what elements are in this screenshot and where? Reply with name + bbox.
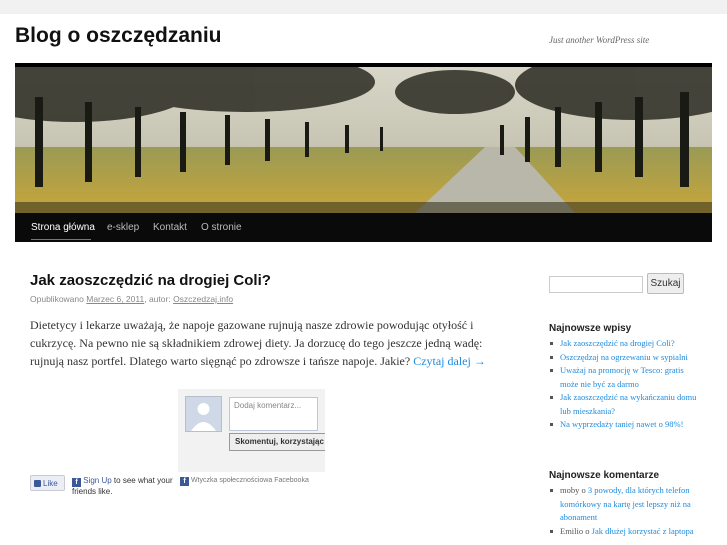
comment-separator: o xyxy=(579,485,588,495)
like-label: Like xyxy=(43,479,58,488)
read-more-link[interactable]: Czytaj dalej → xyxy=(413,354,486,368)
nav-item-about[interactable]: O stronie xyxy=(201,213,242,242)
signup-link[interactable]: Sign Up xyxy=(83,476,111,485)
comment-post-link[interactable]: Jak dłużej korzystać z laptopa xyxy=(592,526,694,536)
comment-separator: o xyxy=(583,525,592,536)
plugin-label[interactable]: Wtyczka społecznościowa Facebooka xyxy=(191,477,309,484)
recent-posts-title: Najnowsze wpisy xyxy=(549,323,632,334)
avatar xyxy=(185,396,222,432)
post-date-link[interactable]: Marzec 6, 2011 xyxy=(86,294,144,304)
recent-post-link[interactable]: Jak zaoszczędzić na wykańczaniu domu lub… xyxy=(560,392,696,416)
nav-item-shop[interactable]: e-sklep xyxy=(107,213,139,242)
recent-post-link[interactable]: Uważaj na promocję w Tesco: gratis może … xyxy=(560,365,684,389)
site-title[interactable]: Blog o oszczędzaniu xyxy=(15,24,222,48)
comment-author: Emilio xyxy=(560,525,584,536)
recent-comments-title: Najnowsze komentarze xyxy=(549,470,660,481)
list-item: Uważaj na promocję w Tesco: gratis może … xyxy=(549,364,699,391)
comment-submit-button[interactable]: Skomentuj, korzystając z... xyxy=(229,433,325,451)
comment-author: moby xyxy=(560,485,580,495)
recent-comments-list: moby o 3 powody, dla których telefon kom… xyxy=(549,484,699,538)
search-input[interactable] xyxy=(549,276,643,293)
thumbs-up-icon xyxy=(34,480,41,487)
facebook-plugin-credit: f Wtyczka społecznościowa Facebooka xyxy=(180,477,309,486)
recent-post-link[interactable]: Na wyprzedaży taniej nawet o 98%! xyxy=(560,419,683,429)
post-author-link[interactable]: Oszczedzaj.info xyxy=(173,294,233,304)
main-nav: Strona główna e-sklep Kontakt O stronie xyxy=(15,213,712,242)
facebook-icon: f xyxy=(180,477,189,486)
facebook-comments-box: Dodaj komentarz... Skomentuj, korzystają… xyxy=(178,389,325,472)
nav-item-home[interactable]: Strona główna xyxy=(31,213,95,242)
like-button[interactable]: Like xyxy=(30,475,65,491)
nav-current-underline xyxy=(31,239,91,240)
list-item: Oszczędzaj na ogrzewaniu w sypialni xyxy=(549,351,699,365)
facebook-signup: f Sign Up to see what your friends like. xyxy=(72,476,182,497)
recent-post-link[interactable]: Oszczędzaj na ogrzewaniu w sypialni xyxy=(560,352,688,362)
list-item: Emilio o Jak dłużej korzystać z laptopa xyxy=(549,525,699,539)
comment-input[interactable]: Dodaj komentarz... xyxy=(229,397,318,431)
list-item: Jak zaoszczędzić na drogiej Coli? xyxy=(549,337,699,351)
site-tagline: Just another WordPress site xyxy=(549,35,650,45)
search-button[interactable]: Szukaj xyxy=(647,273,684,294)
post-excerpt: Dietetycy i lekarze uważają, że napoje g… xyxy=(30,316,508,370)
facebook-icon: f xyxy=(72,478,81,487)
list-item: Na wyprzedaży taniej nawet o 98%! xyxy=(549,418,699,432)
post-meta-prefix: Opublikowano xyxy=(30,294,84,304)
post-title[interactable]: Jak zaoszczędzić na drogiej Coli? xyxy=(30,272,271,289)
nav-item-contact[interactable]: Kontakt xyxy=(153,213,187,242)
list-item: Jak zaoszczędzić na wykańczaniu domu lub… xyxy=(549,391,699,418)
list-item: moby o 3 powody, dla których telefon kom… xyxy=(549,484,699,525)
recent-post-link[interactable]: Jak zaoszczędzić na drogiej Coli? xyxy=(560,338,675,348)
header-image xyxy=(15,63,712,217)
post-meta-author-prefix: , autor: xyxy=(144,294,171,304)
post-meta: Opublikowano Marzec 6, 2011, autor: Oszc… xyxy=(30,294,233,304)
recent-posts-list: Jak zaoszczędzić na drogiej Coli? Oszczę… xyxy=(549,337,699,432)
